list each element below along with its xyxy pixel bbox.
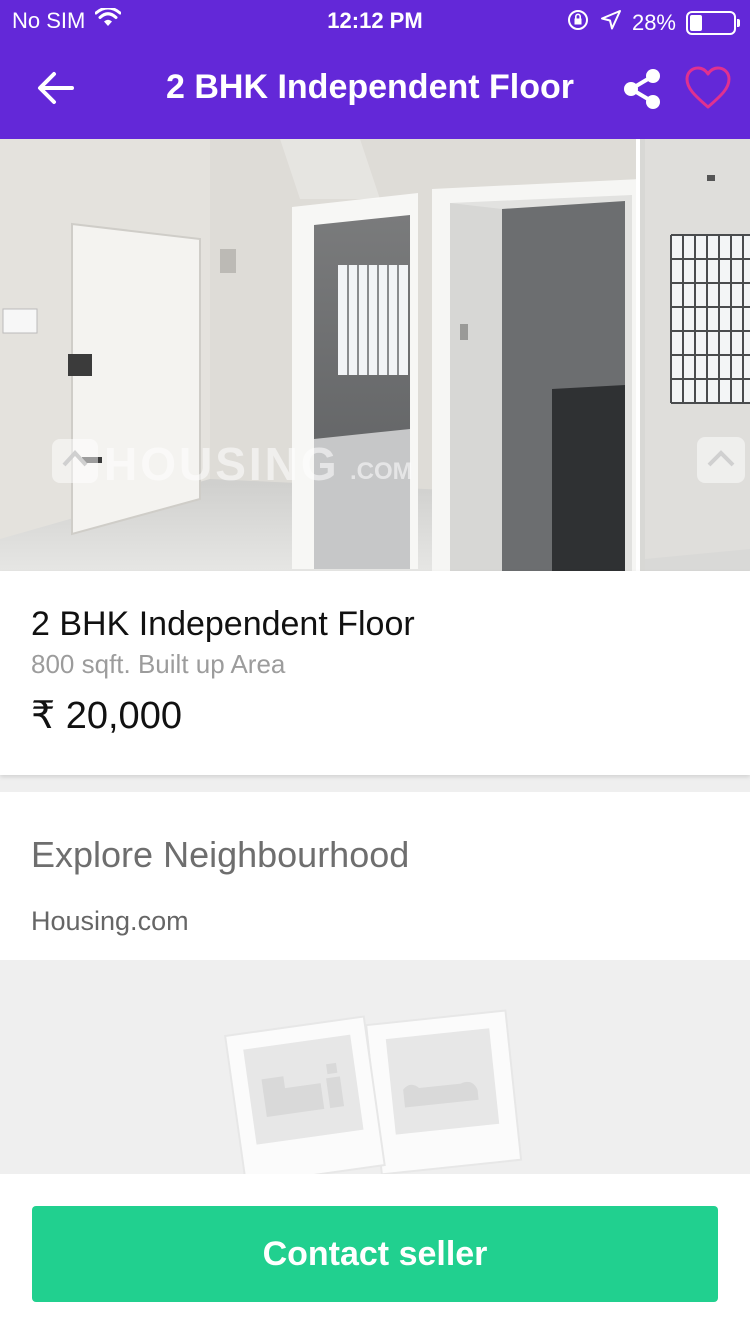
navbar: 2 BHK Independent Floor <box>0 40 750 139</box>
photo-placeholder-icon <box>224 1009 523 1174</box>
page-title: 2 BHK Independent Floor <box>166 68 574 106</box>
share-icon <box>624 69 660 109</box>
app-header: No SIM 12:12 PM 28% 2 BHK Independent Fl… <box>0 0 750 139</box>
listing-details-card: 2 BHK Independent Floor 800 sqft. Built … <box>0 571 750 775</box>
status-bar: No SIM 12:12 PM 28% <box>0 0 750 40</box>
watermark-suffix: .COM <box>350 458 413 485</box>
explore-source: Housing.com <box>31 906 189 936</box>
share-button[interactable] <box>614 60 670 118</box>
footer-bar: Contact seller <box>0 1174 750 1334</box>
battery-level <box>690 15 702 31</box>
status-right: 28% <box>566 8 740 38</box>
room-photo-image-next <box>645 139 750 571</box>
watermark-text: HOUSING <box>104 438 340 490</box>
photo-gallery[interactable]: HOUSING .COM <box>0 139 750 571</box>
explore-title: Explore Neighbourhood <box>31 834 410 875</box>
explore-neighbourhood-card: Explore Neighbourhood Housing.com <box>0 792 750 960</box>
favorite-button[interactable] <box>680 60 736 116</box>
location-arrow-icon <box>600 9 622 37</box>
battery-icon <box>686 11 740 35</box>
room-photo-image: HOUSING .COM <box>0 139 640 571</box>
orientation-lock-icon <box>566 8 590 38</box>
battery-percent: 28% <box>631 10 676 35</box>
neighbourhood-image-placeholder <box>0 960 750 1174</box>
listing-title: 2 BHK Independent Floor <box>31 605 415 643</box>
property-photo-next[interactable] <box>645 139 750 571</box>
contact-seller-button[interactable]: Contact seller <box>32 1206 718 1302</box>
property-photo[interactable]: HOUSING .COM <box>0 139 640 571</box>
listing-price: ₹ 20,000 <box>31 695 182 737</box>
arrow-left-icon <box>38 72 74 104</box>
listing-area: 800 sqft. Built up Area <box>31 649 286 679</box>
heart-outline-icon <box>685 66 731 109</box>
back-button[interactable] <box>26 58 86 118</box>
